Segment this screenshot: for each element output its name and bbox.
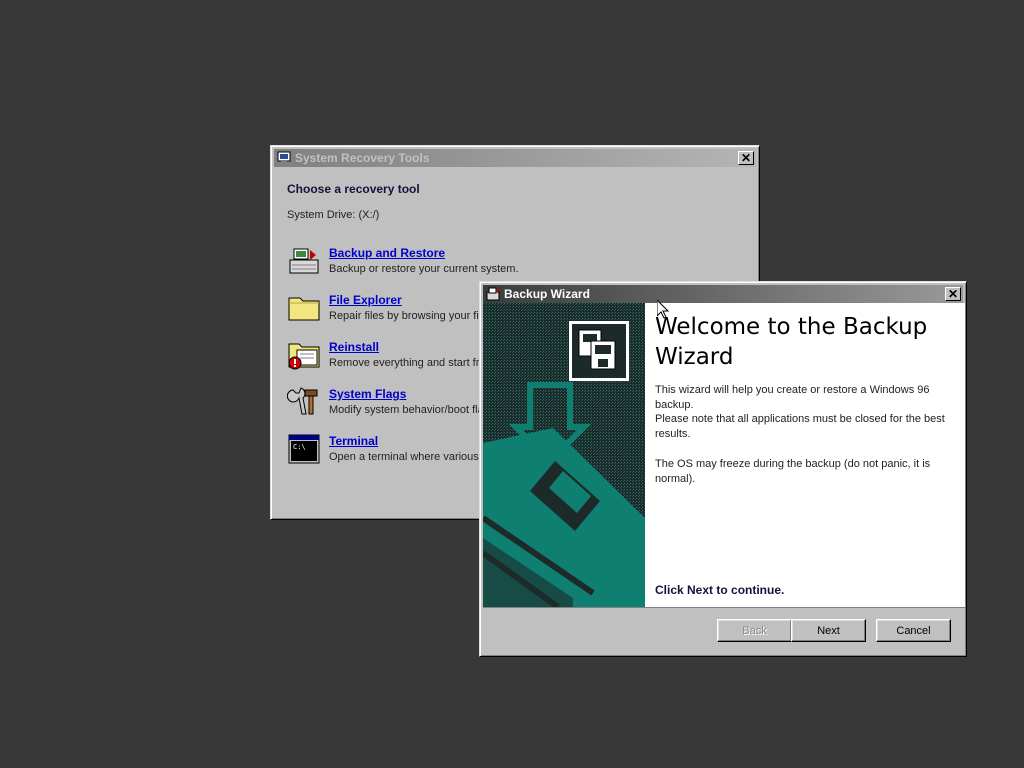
recovery-window-title: System Recovery Tools bbox=[295, 151, 430, 165]
recovery-close-button[interactable]: ✕ bbox=[738, 151, 754, 165]
wizard-app-icon bbox=[486, 287, 500, 301]
tool-desc-backup-restore: Backup or restore your current system. bbox=[329, 263, 519, 275]
tool-desc-file-explorer: Repair files by browsing your file s bbox=[329, 310, 496, 322]
wizard-paragraph-3: The OS may freeze during the backup (do … bbox=[655, 458, 931, 485]
back-button[interactable]: Back bbox=[717, 619, 792, 642]
wizard-titlebar[interactable]: Backup Wizard ✕ bbox=[483, 285, 963, 303]
tool-link-backup-restore[interactable]: Backup and Restore bbox=[329, 246, 519, 260]
next-button[interactable]: Next bbox=[791, 619, 866, 642]
wizard-continue-hint: Click Next to continue. bbox=[655, 583, 785, 597]
system-drive-label: System Drive: (X:/) bbox=[287, 209, 380, 221]
wizard-heading: Welcome to the Backup Wizard bbox=[655, 314, 928, 370]
reinstall-icon bbox=[288, 343, 320, 370]
recovery-titlebar[interactable]: System Recovery Tools ✕ bbox=[274, 149, 756, 167]
svg-text:C:\: C:\ bbox=[293, 443, 306, 451]
tool-reinstall[interactable]: Reinstall Remove everything and start fr… bbox=[287, 339, 491, 371]
terminal-icon: C:\ bbox=[288, 434, 320, 464]
wizard-close-button[interactable]: ✕ bbox=[945, 287, 961, 301]
tool-desc-reinstall: Remove everything and start fres bbox=[329, 357, 492, 369]
wizard-backup-icon bbox=[569, 321, 629, 381]
tool-desc-terminal: Open a terminal where various co bbox=[329, 451, 494, 463]
tool-link-terminal[interactable]: Terminal bbox=[329, 434, 493, 448]
mouse-cursor-icon bbox=[657, 300, 669, 319]
wizard-content: Welcome to the Backup Wizard This wizard… bbox=[655, 303, 955, 597]
tool-link-file-explorer[interactable]: File Explorer bbox=[329, 293, 496, 307]
wizard-paragraph-1: This wizard will help you create or rest… bbox=[655, 384, 930, 411]
tool-backup-restore[interactable]: Backup and Restore Backup or restore you… bbox=[287, 245, 519, 277]
tool-system-flags[interactable]: System Flags Modify system behavior/boot… bbox=[287, 386, 490, 418]
wizard-side-banner bbox=[483, 303, 645, 607]
cancel-button[interactable]: Cancel bbox=[876, 619, 951, 642]
folder-icon bbox=[288, 297, 320, 321]
tool-file-explorer[interactable]: File Explorer Repair files by browsing y… bbox=[287, 292, 496, 324]
tools-icon bbox=[287, 387, 318, 415]
tool-link-system-flags[interactable]: System Flags bbox=[329, 387, 490, 401]
wizard-paragraph-2: Please note that all applications must b… bbox=[655, 413, 945, 440]
wizard-window: Backup Wizard ✕ Welcome to the Backup Wi… bbox=[479, 281, 967, 657]
tool-link-reinstall[interactable]: Reinstall bbox=[329, 340, 491, 354]
backup-icon bbox=[289, 248, 319, 274]
tool-desc-system-flags: Modify system behavior/boot flag bbox=[329, 404, 490, 416]
recovery-heading: Choose a recovery tool bbox=[287, 182, 420, 196]
tool-terminal[interactable]: C:\ Terminal Open a terminal where vario… bbox=[287, 433, 493, 465]
recovery-app-icon bbox=[277, 151, 291, 164]
wizard-window-title: Backup Wizard bbox=[504, 287, 590, 301]
wizard-body: Welcome to the Backup Wizard This wizard… bbox=[483, 303, 965, 608]
